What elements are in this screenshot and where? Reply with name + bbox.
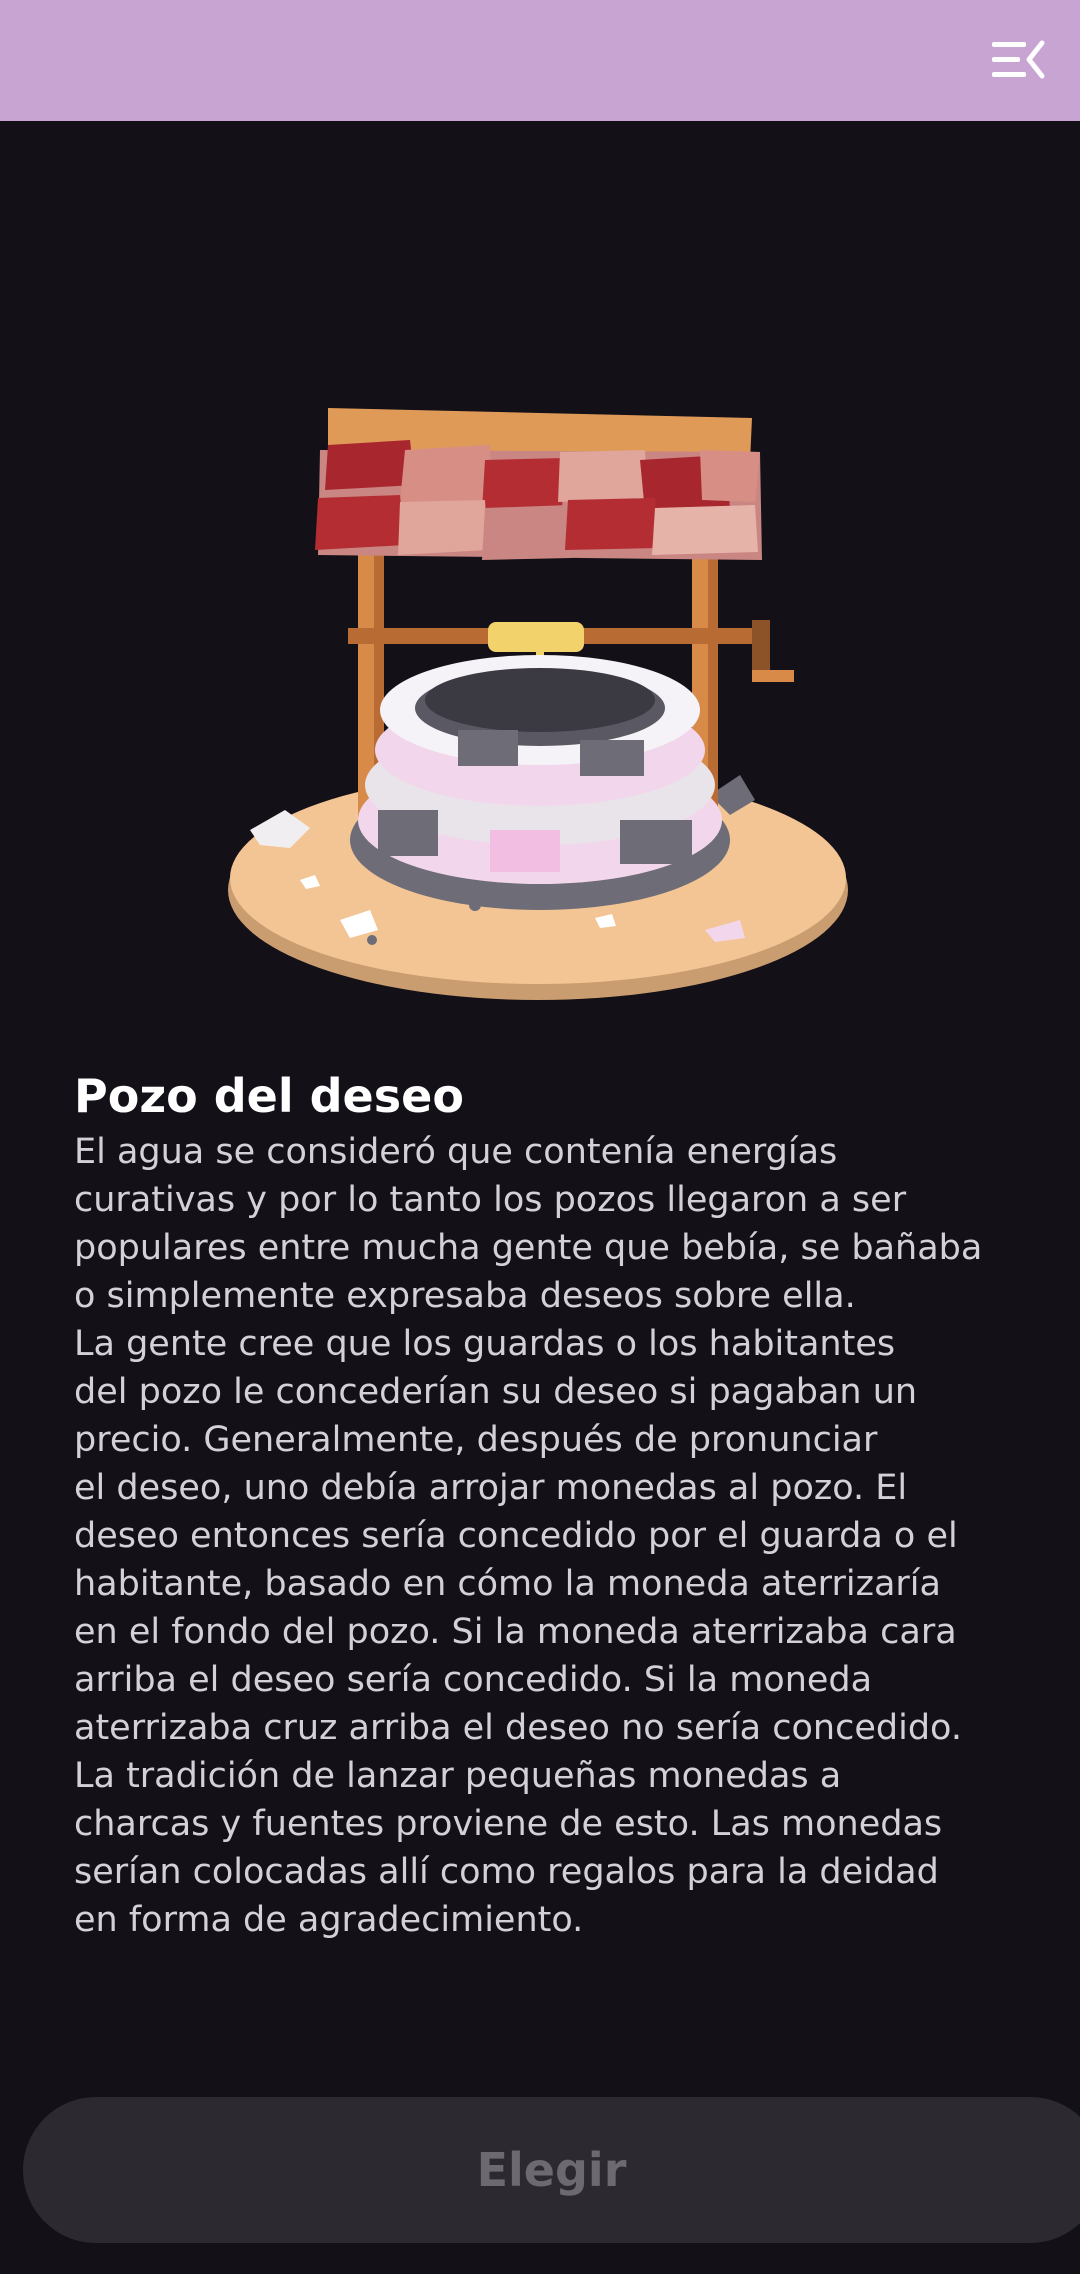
item-title: Pozo del deseo [74, 1069, 464, 1123]
item-description: El agua se consideró que contenía energí… [74, 1132, 983, 1940]
app-screen: Pozo del deseo El agua se consideró que … [0, 0, 1080, 2274]
item-details: Pozo del deseo El agua se consideró que … [74, 1064, 1014, 1944]
choose-button-label: Elegir [476, 2143, 627, 2197]
menu-collapse-icon [992, 40, 1045, 79]
top-app-bar [0, 0, 1080, 121]
menu-button[interactable] [980, 30, 1054, 90]
choose-button[interactable]: Elegir [23, 2097, 1080, 2243]
wishing-well-illustration [200, 390, 880, 1010]
